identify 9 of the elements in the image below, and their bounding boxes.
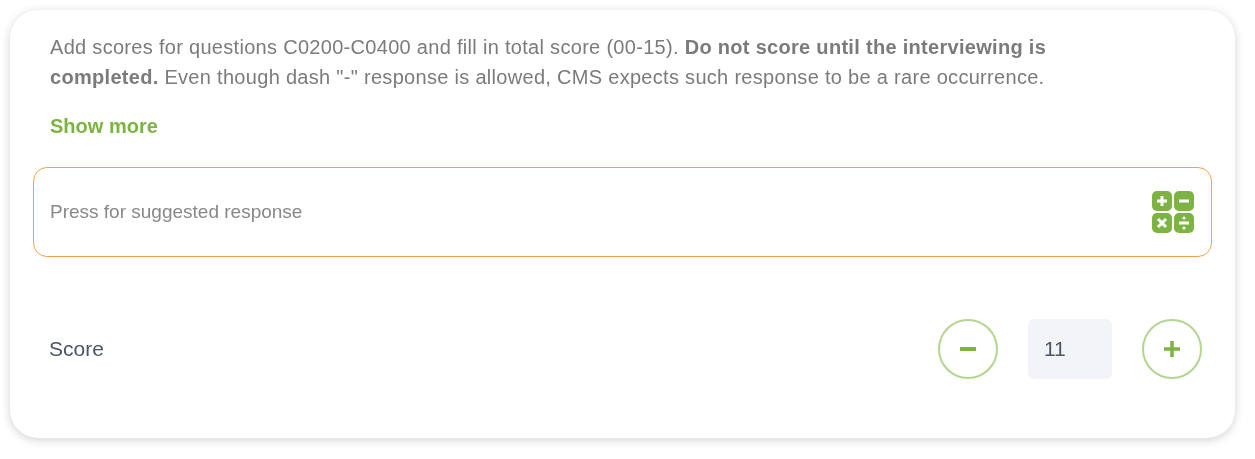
decrement-button[interactable] [938,319,998,379]
score-label: Score [49,336,105,363]
minus-icon [960,347,976,351]
increment-button[interactable] [1142,319,1202,379]
instructions-text: Add scores for questions C0200-C0400 and fill in total score (00-15). Do not score until the interviewing is completed. Even though dash "-" response is allowed, CMS expects such response to be a rare occurrence. [49,35,1048,90]
plus-icon [1164,341,1180,357]
score-value[interactable]: 11 [1028,319,1112,379]
calculator-icon[interactable] [1152,191,1194,233]
suggestion-field[interactable]: Press for suggested response [33,167,1212,257]
